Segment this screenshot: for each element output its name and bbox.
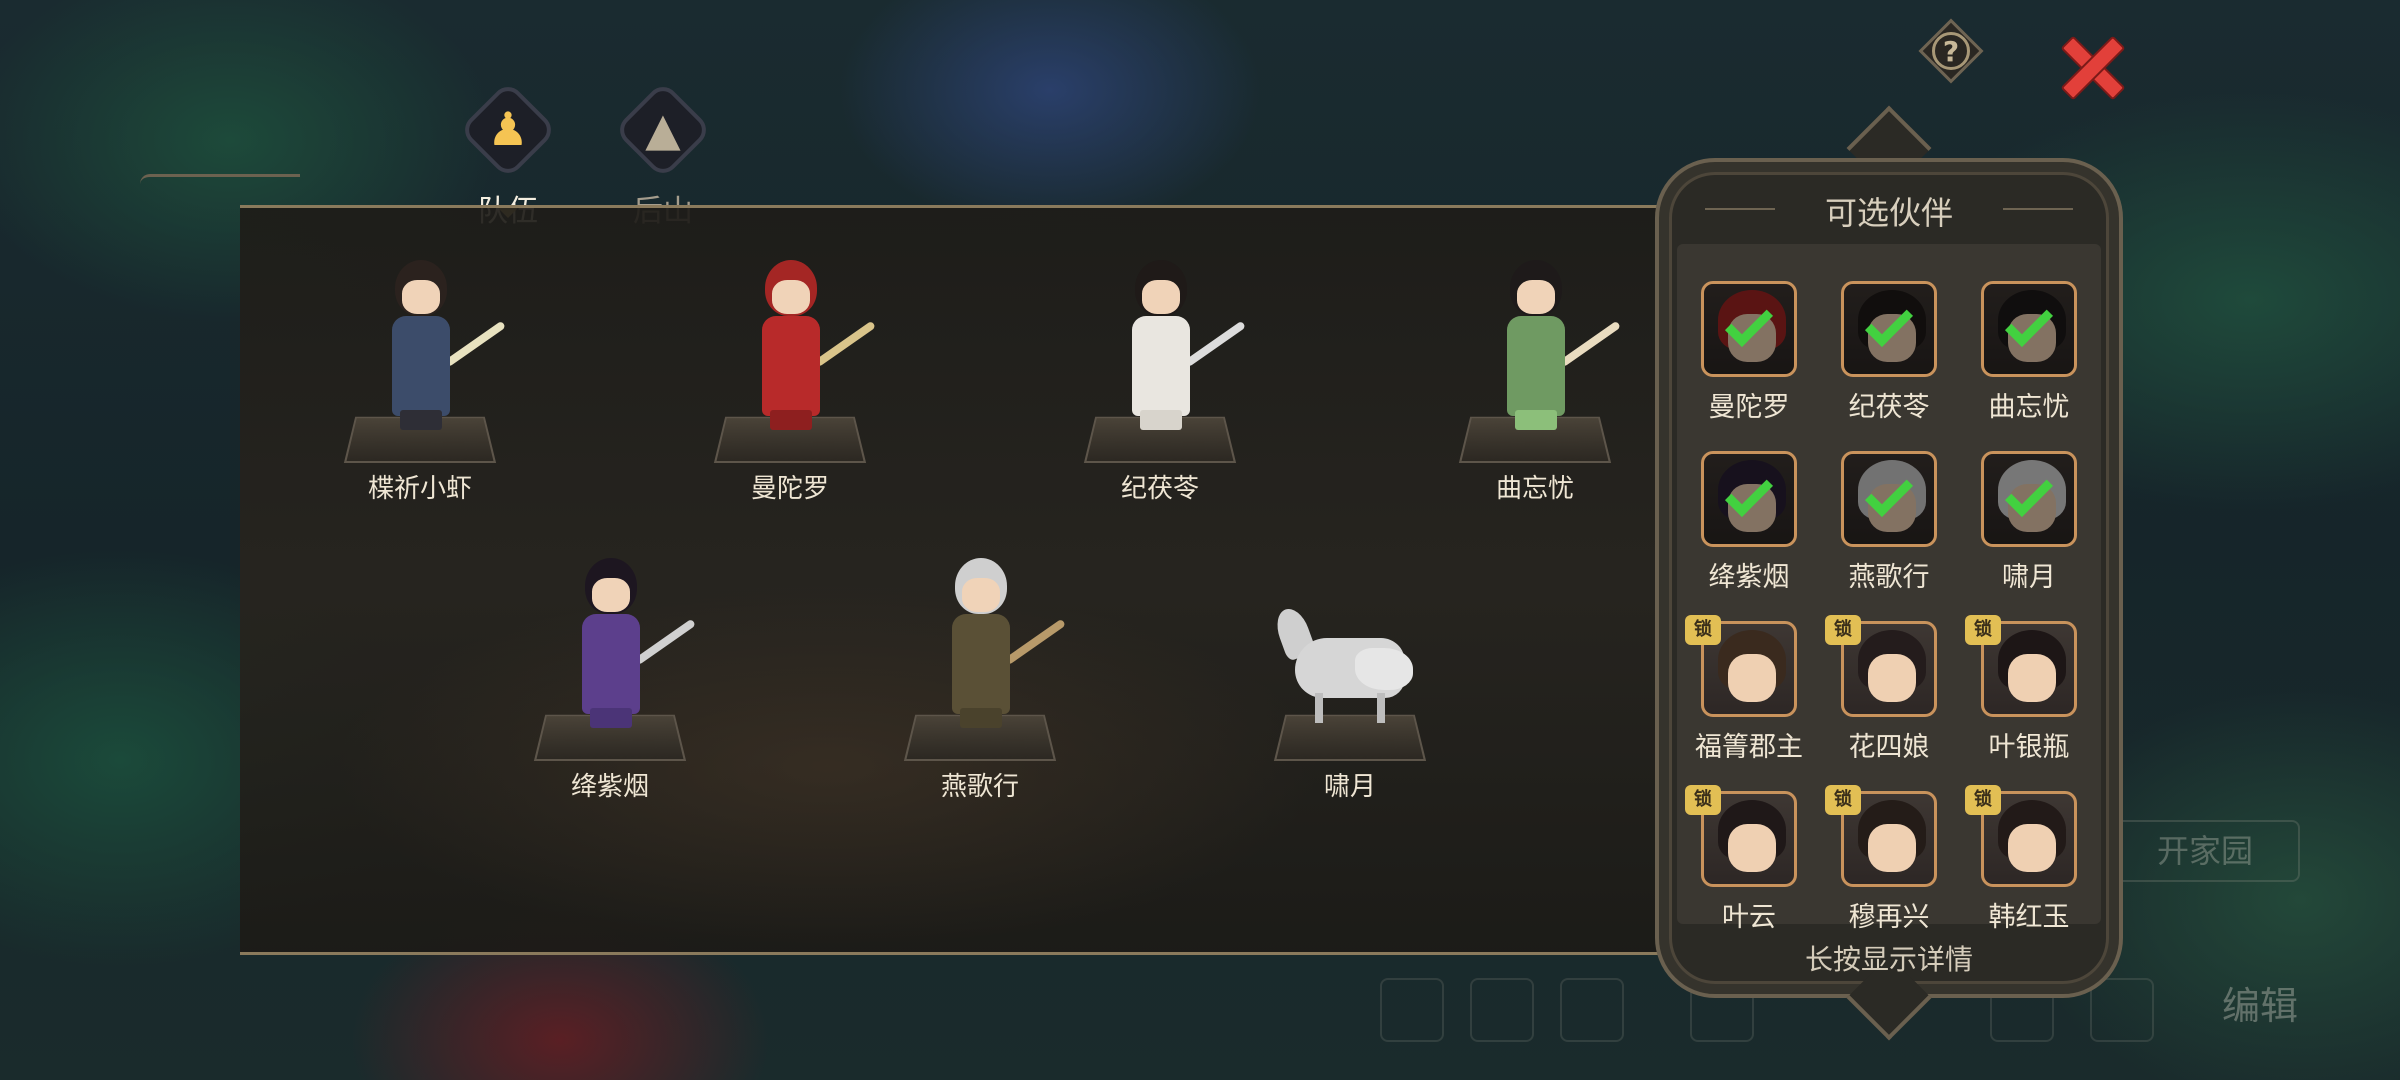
partner-panel-title: 可选伙伴 <box>1824 194 1953 232</box>
sprite-body <box>1132 316 1190 416</box>
sprite-legs <box>770 410 812 430</box>
sprite-legs <box>1140 410 1182 430</box>
team-member[interactable]: 曼陀罗 <box>700 250 880 510</box>
long-press-hint: 长按显示详情 <box>1804 943 1973 976</box>
member-sprite <box>1495 260 1575 430</box>
partner-slot[interactable]: 曼陀罗 <box>1679 281 1819 441</box>
sprite-legs <box>1515 410 1557 430</box>
member-name: 燕歌行 <box>940 772 1019 802</box>
partner-name: 曼陀罗 <box>1708 392 1790 423</box>
sprite-body <box>392 316 450 416</box>
lock-icon: 锁 <box>1825 615 1861 645</box>
team-member[interactable]: 楪祈小虾 <box>330 250 510 510</box>
member-sprite <box>1271 604 1415 728</box>
sprite-face <box>772 280 810 314</box>
partner-slot[interactable]: 锁花四娘 <box>1819 615 1959 781</box>
tab-team-badge: ♟ <box>458 80 558 180</box>
partner-name: 韩红玉 <box>1988 902 2070 933</box>
sprite-face <box>592 578 630 612</box>
lock-icon: 锁 <box>1685 615 1721 645</box>
member-sprite <box>1120 260 1200 430</box>
partner-slot[interactable]: 曲忘忧 <box>1959 281 2099 441</box>
partner-panel: 可选伙伴 曼陀罗 纪茯苓 曲忘忧 绛紫烟 燕歌行 啸月锁福箐郡主锁花四娘锁叶银瓶锁叶云锁穆… <box>1655 105 2123 1043</box>
partner-name: 纪茯苓 <box>1848 392 1930 423</box>
team-member[interactable]: 绛紫烟 <box>520 548 700 808</box>
sprite-body <box>582 614 640 714</box>
wolf-legs <box>1315 693 1385 723</box>
background-slot <box>1470 978 1534 1042</box>
tab-back-mountain-badge: ▲ <box>613 80 713 180</box>
member-name: 曼陀罗 <box>750 474 829 504</box>
sprite-body <box>952 614 1010 714</box>
close-button[interactable] <box>2050 25 2132 107</box>
title-ornament-right <box>2003 208 2073 210</box>
wolf-head <box>1355 648 1413 690</box>
question-icon: ? <box>1932 32 1970 70</box>
tab-back-mountain[interactable]: ▲ 后山 <box>603 80 723 229</box>
partner-name: 福箐郡主 <box>1695 732 1803 763</box>
sprite-face <box>402 280 440 314</box>
portrait-face <box>1868 824 1916 872</box>
partner-slot[interactable]: 锁福箐郡主 <box>1679 615 1819 781</box>
sprite-legs <box>590 708 632 728</box>
lock-icon: 锁 <box>1825 785 1861 815</box>
partner-name: 曲忘忧 <box>1988 392 2070 423</box>
portrait-face <box>1868 654 1916 702</box>
person-icon: ♟ <box>487 102 529 156</box>
team-member[interactable]: 曲忘忧 <box>1445 250 1625 510</box>
partner-name: 叶云 <box>1722 902 1776 933</box>
sprite-legs <box>400 410 442 430</box>
partner-name: 啸月 <box>2002 562 2056 593</box>
member-name: 纪茯苓 <box>1120 474 1199 504</box>
member-name: 楪祈小虾 <box>367 474 472 504</box>
team-member[interactable]: 燕歌行 <box>890 548 1070 808</box>
partner-slot[interactable]: 锁韩红玉 <box>1959 785 2099 951</box>
partner-slot[interactable]: 锁叶银瓶 <box>1959 615 2099 781</box>
sprite-face <box>962 578 1000 612</box>
sprite-body <box>1507 316 1565 416</box>
partner-slot[interactable]: 锁叶云 <box>1679 785 1819 951</box>
partner-slot[interactable]: 锁穆再兴 <box>1819 785 1959 951</box>
member-sprite <box>380 260 460 430</box>
member-name: 啸月 <box>1323 772 1376 802</box>
portrait-face <box>1728 824 1776 872</box>
portrait-face <box>1728 654 1776 702</box>
sprite-face <box>1517 280 1555 314</box>
team-member-wolf[interactable]: 啸月 <box>1260 548 1440 808</box>
partner-name: 花四娘 <box>1848 732 1930 763</box>
mountain-icon: ▲ <box>645 102 681 156</box>
help-button[interactable]: ? <box>1918 18 1984 84</box>
portrait-face <box>2008 824 2056 872</box>
sprite-face <box>1142 280 1180 314</box>
background-slot <box>1560 978 1624 1042</box>
member-sprite <box>750 260 830 430</box>
partner-name: 穆再兴 <box>1848 902 1930 933</box>
panel-decoration <box>140 174 300 192</box>
partner-name: 绛紫烟 <box>1708 562 1790 593</box>
background-edit-button: 编辑 <box>2221 984 2298 1028</box>
portrait-face <box>2008 654 2056 702</box>
lock-icon: 锁 <box>1965 785 2001 815</box>
background-home-button: 开家园 <box>2110 820 2300 882</box>
member-name: 绛紫烟 <box>570 772 649 802</box>
partner-slot[interactable]: 纪茯苓 <box>1819 281 1959 441</box>
lock-icon: 锁 <box>1685 785 1721 815</box>
partner-slot[interactable]: 燕歌行 <box>1819 451 1959 611</box>
member-sprite <box>940 558 1020 728</box>
lock-icon: 锁 <box>1965 615 2001 645</box>
sprite-body <box>762 316 820 416</box>
sprite-legs <box>960 708 1002 728</box>
tab-team[interactable]: ♟ 队伍 <box>448 80 568 229</box>
partner-slot[interactable]: 绛紫烟 <box>1679 451 1819 611</box>
partner-name: 燕歌行 <box>1848 562 1930 593</box>
member-sprite <box>570 558 650 728</box>
partner-name: 叶银瓶 <box>1988 732 2070 763</box>
background-slot <box>1380 978 1444 1042</box>
partner-slot[interactable]: 啸月 <box>1959 451 2099 611</box>
member-name: 曲忘忧 <box>1495 474 1574 504</box>
team-member[interactable]: 纪茯苓 <box>1070 250 1250 510</box>
